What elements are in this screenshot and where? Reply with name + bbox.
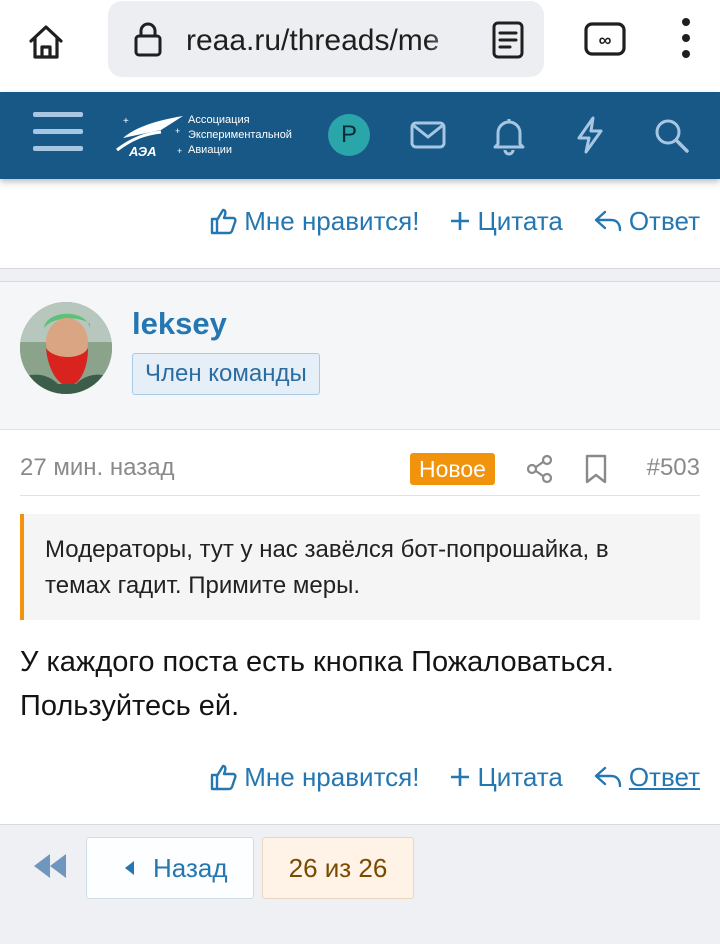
logo-line-1: Ассоциация — [188, 114, 250, 126]
reply-label: Ответ — [628, 205, 700, 236]
logo-mark-text: АЭА — [128, 144, 156, 159]
thumbs-up-icon — [211, 764, 237, 791]
quote-label: Цитата — [477, 761, 563, 792]
reader-mode-icon[interactable] — [488, 19, 528, 61]
lock-icon — [134, 22, 162, 57]
like-label: Мне нравится! — [244, 761, 420, 792]
site-header: АЭА + + + Ассоциация Экспериментальной А… — [0, 92, 720, 179]
address-bar[interactable]: reaa.ru/threads/me — [108, 1, 544, 77]
reply-arrow-icon — [594, 766, 622, 788]
tab-switcher-icon[interactable]: ∞ — [582, 18, 628, 60]
reply-arrow-icon — [594, 210, 622, 232]
quote-button[interactable]: Цитата — [449, 761, 563, 793]
reply-button[interactable]: Ответ — [593, 206, 700, 237]
page-counter[interactable]: 26 из 26 — [262, 837, 414, 899]
hamburger-menu-icon[interactable] — [33, 112, 83, 158]
post-actions: Мне нравится! Цитата Ответ — [0, 752, 720, 802]
browser-toolbar: reaa.ru/threads/me ∞ — [0, 0, 720, 92]
like-button[interactable]: Мне нравится! — [208, 762, 419, 793]
svg-text:+: + — [175, 126, 180, 136]
svg-text:+: + — [123, 116, 129, 127]
overflow-menu-icon[interactable] — [668, 12, 704, 64]
svg-text:∞: ∞ — [599, 30, 612, 50]
first-page-icon[interactable] — [30, 851, 70, 881]
url-fade — [426, 19, 474, 63]
reply-button[interactable]: Ответ — [593, 762, 700, 793]
bell-icon[interactable] — [488, 114, 530, 156]
quoted-message: Модераторы, тут у нас завёлся бот-попрош… — [20, 514, 700, 620]
post-body: У каждого поста есть кнопка Пожаловаться… — [20, 646, 614, 722]
plus-icon — [451, 212, 470, 230]
post-number[interactable]: #503 — [647, 454, 700, 482]
previous-page-button[interactable]: Назад — [86, 837, 254, 899]
page-navigation: Назад 26 из 26 — [0, 824, 720, 944]
post-time[interactable]: 27 мин. назад — [20, 454, 175, 482]
mail-icon[interactable] — [407, 114, 449, 156]
bookmark-icon[interactable] — [582, 453, 610, 485]
previous-post-actions: Мне нравится! Цитата Ответ — [0, 196, 720, 246]
account-avatar[interactable]: P — [328, 114, 370, 156]
post-author-block: leksey Член команды — [0, 282, 720, 430]
like-button[interactable]: Мне нравится! — [208, 206, 419, 237]
lightning-icon[interactable] — [569, 114, 611, 156]
plus-icon — [451, 768, 470, 786]
new-badge: Новое — [410, 453, 495, 485]
share-icon[interactable] — [524, 453, 556, 485]
svg-text:+: + — [177, 146, 182, 156]
avatar[interactable] — [20, 302, 112, 394]
like-label: Мне нравится! — [244, 205, 420, 236]
site-logo[interactable]: АЭА + + + Ассоциация Экспериментальной А… — [115, 108, 315, 162]
previous-page-label: Назад — [153, 852, 228, 883]
post-meta: 27 мин. назад Новое #503 — [20, 442, 700, 496]
reply-label: Ответ — [628, 761, 700, 792]
logo-text: Ассоциация Экспериментальной Авиации — [188, 113, 318, 158]
thumbs-up-icon — [211, 208, 237, 235]
logo-line-2: Экспериментальной — [188, 129, 292, 141]
caret-left-icon — [125, 861, 134, 875]
search-icon[interactable] — [650, 114, 692, 156]
user-role-badge: Член команды — [132, 353, 320, 395]
quote-button[interactable]: Цитата — [449, 205, 563, 237]
post-separator — [0, 268, 720, 282]
logo-mark: АЭА + + + — [116, 116, 183, 159]
logo-line-3: Авиации — [188, 144, 233, 156]
home-icon[interactable] — [22, 18, 70, 66]
quote-label: Цитата — [477, 205, 563, 236]
username[interactable]: leksey — [132, 306, 227, 342]
